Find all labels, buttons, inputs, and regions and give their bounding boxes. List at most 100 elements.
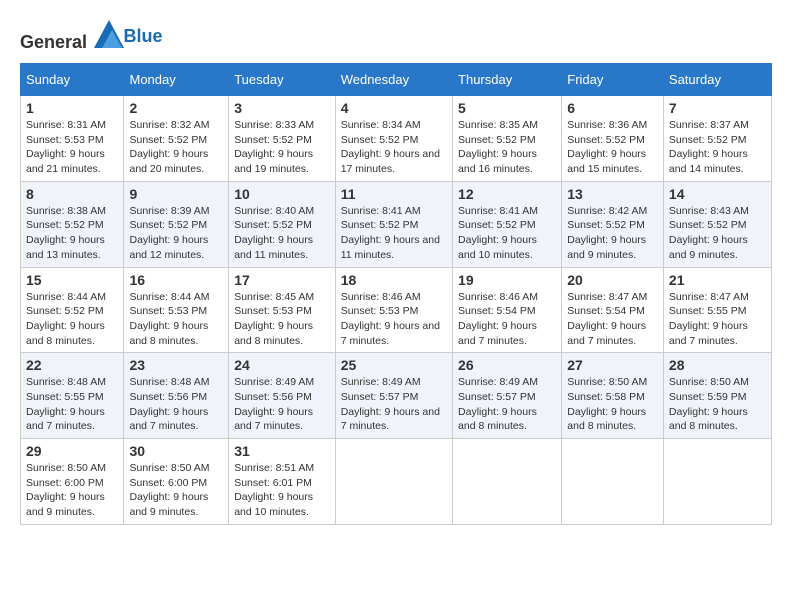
day-cell: 8 Sunrise: 8:38 AM Sunset: 5:52 PM Dayli… <box>21 181 124 267</box>
day-content: Sunrise: 8:43 AM Sunset: 5:52 PM Dayligh… <box>669 204 766 263</box>
day-content: Sunrise: 8:48 AM Sunset: 5:56 PM Dayligh… <box>129 375 223 434</box>
day-content: Sunrise: 8:49 AM Sunset: 5:57 PM Dayligh… <box>341 375 447 434</box>
day-content: Sunrise: 8:47 AM Sunset: 5:54 PM Dayligh… <box>567 290 658 349</box>
logo-text: General <box>20 20 124 53</box>
day-cell: 4 Sunrise: 8:34 AM Sunset: 5:52 PM Dayli… <box>335 96 452 182</box>
day-content: Sunrise: 8:37 AM Sunset: 5:52 PM Dayligh… <box>669 118 766 177</box>
day-cell: 14 Sunrise: 8:43 AM Sunset: 5:52 PM Dayl… <box>663 181 771 267</box>
day-number: 8 <box>26 186 118 202</box>
day-number: 24 <box>234 357 330 373</box>
day-cell <box>663 439 771 525</box>
day-content: Sunrise: 8:38 AM Sunset: 5:52 PM Dayligh… <box>26 204 118 263</box>
day-number: 29 <box>26 443 118 459</box>
day-content: Sunrise: 8:45 AM Sunset: 5:53 PM Dayligh… <box>234 290 330 349</box>
header-row: SundayMondayTuesdayWednesdayThursdayFrid… <box>21 64 772 96</box>
day-cell <box>335 439 452 525</box>
day-number: 28 <box>669 357 766 373</box>
day-content: Sunrise: 8:50 AM Sunset: 6:00 PM Dayligh… <box>129 461 223 520</box>
day-cell: 21 Sunrise: 8:47 AM Sunset: 5:55 PM Dayl… <box>663 267 771 353</box>
day-number: 16 <box>129 272 223 288</box>
day-number: 9 <box>129 186 223 202</box>
day-cell: 24 Sunrise: 8:49 AM Sunset: 5:56 PM Dayl… <box>229 353 336 439</box>
day-number: 5 <box>458 100 556 116</box>
day-content: Sunrise: 8:31 AM Sunset: 5:53 PM Dayligh… <box>26 118 118 177</box>
day-number: 7 <box>669 100 766 116</box>
week-row: 8 Sunrise: 8:38 AM Sunset: 5:52 PM Dayli… <box>21 181 772 267</box>
logo-icon <box>94 20 124 48</box>
day-cell: 29 Sunrise: 8:50 AM Sunset: 6:00 PM Dayl… <box>21 439 124 525</box>
day-number: 27 <box>567 357 658 373</box>
header-day: Friday <box>562 64 664 96</box>
day-number: 10 <box>234 186 330 202</box>
day-cell: 11 Sunrise: 8:41 AM Sunset: 5:52 PM Dayl… <box>335 181 452 267</box>
day-cell: 30 Sunrise: 8:50 AM Sunset: 6:00 PM Dayl… <box>124 439 229 525</box>
day-number: 12 <box>458 186 556 202</box>
day-content: Sunrise: 8:39 AM Sunset: 5:52 PM Dayligh… <box>129 204 223 263</box>
day-content: Sunrise: 8:47 AM Sunset: 5:55 PM Dayligh… <box>669 290 766 349</box>
day-number: 14 <box>669 186 766 202</box>
day-content: Sunrise: 8:44 AM Sunset: 5:52 PM Dayligh… <box>26 290 118 349</box>
day-cell: 15 Sunrise: 8:44 AM Sunset: 5:52 PM Dayl… <box>21 267 124 353</box>
day-cell <box>562 439 664 525</box>
day-content: Sunrise: 8:46 AM Sunset: 5:53 PM Dayligh… <box>341 290 447 349</box>
header-day: Sunday <box>21 64 124 96</box>
header-day: Wednesday <box>335 64 452 96</box>
day-cell: 7 Sunrise: 8:37 AM Sunset: 5:52 PM Dayli… <box>663 96 771 182</box>
day-cell: 28 Sunrise: 8:50 AM Sunset: 5:59 PM Dayl… <box>663 353 771 439</box>
logo: General Blue <box>20 20 163 53</box>
day-content: Sunrise: 8:50 AM Sunset: 6:00 PM Dayligh… <box>26 461 118 520</box>
day-content: Sunrise: 8:33 AM Sunset: 5:52 PM Dayligh… <box>234 118 330 177</box>
day-number: 26 <box>458 357 556 373</box>
day-cell: 16 Sunrise: 8:44 AM Sunset: 5:53 PM Dayl… <box>124 267 229 353</box>
day-cell: 20 Sunrise: 8:47 AM Sunset: 5:54 PM Dayl… <box>562 267 664 353</box>
day-content: Sunrise: 8:34 AM Sunset: 5:52 PM Dayligh… <box>341 118 447 177</box>
day-cell: 25 Sunrise: 8:49 AM Sunset: 5:57 PM Dayl… <box>335 353 452 439</box>
header: General Blue <box>20 20 772 53</box>
day-number: 1 <box>26 100 118 116</box>
day-number: 3 <box>234 100 330 116</box>
day-content: Sunrise: 8:36 AM Sunset: 5:52 PM Dayligh… <box>567 118 658 177</box>
day-cell: 12 Sunrise: 8:41 AM Sunset: 5:52 PM Dayl… <box>453 181 562 267</box>
day-cell: 9 Sunrise: 8:39 AM Sunset: 5:52 PM Dayli… <box>124 181 229 267</box>
day-content: Sunrise: 8:49 AM Sunset: 5:56 PM Dayligh… <box>234 375 330 434</box>
day-cell: 23 Sunrise: 8:48 AM Sunset: 5:56 PM Dayl… <box>124 353 229 439</box>
day-content: Sunrise: 8:49 AM Sunset: 5:57 PM Dayligh… <box>458 375 556 434</box>
day-content: Sunrise: 8:51 AM Sunset: 6:01 PM Dayligh… <box>234 461 330 520</box>
day-cell: 10 Sunrise: 8:40 AM Sunset: 5:52 PM Dayl… <box>229 181 336 267</box>
day-number: 15 <box>26 272 118 288</box>
day-content: Sunrise: 8:35 AM Sunset: 5:52 PM Dayligh… <box>458 118 556 177</box>
day-number: 11 <box>341 186 447 202</box>
logo-general: General <box>20 32 87 52</box>
day-cell: 5 Sunrise: 8:35 AM Sunset: 5:52 PM Dayli… <box>453 96 562 182</box>
day-content: Sunrise: 8:44 AM Sunset: 5:53 PM Dayligh… <box>129 290 223 349</box>
day-number: 31 <box>234 443 330 459</box>
day-number: 30 <box>129 443 223 459</box>
logo-blue: Blue <box>124 26 163 46</box>
day-cell: 26 Sunrise: 8:49 AM Sunset: 5:57 PM Dayl… <box>453 353 562 439</box>
day-content: Sunrise: 8:32 AM Sunset: 5:52 PM Dayligh… <box>129 118 223 177</box>
day-content: Sunrise: 8:40 AM Sunset: 5:52 PM Dayligh… <box>234 204 330 263</box>
header-day: Thursday <box>453 64 562 96</box>
day-content: Sunrise: 8:41 AM Sunset: 5:52 PM Dayligh… <box>341 204 447 263</box>
day-number: 23 <box>129 357 223 373</box>
day-cell: 27 Sunrise: 8:50 AM Sunset: 5:58 PM Dayl… <box>562 353 664 439</box>
week-row: 29 Sunrise: 8:50 AM Sunset: 6:00 PM Dayl… <box>21 439 772 525</box>
day-cell: 22 Sunrise: 8:48 AM Sunset: 5:55 PM Dayl… <box>21 353 124 439</box>
day-number: 4 <box>341 100 447 116</box>
week-row: 15 Sunrise: 8:44 AM Sunset: 5:52 PM Dayl… <box>21 267 772 353</box>
day-number: 17 <box>234 272 330 288</box>
day-cell: 1 Sunrise: 8:31 AM Sunset: 5:53 PM Dayli… <box>21 96 124 182</box>
day-cell: 17 Sunrise: 8:45 AM Sunset: 5:53 PM Dayl… <box>229 267 336 353</box>
day-cell <box>453 439 562 525</box>
day-number: 2 <box>129 100 223 116</box>
day-cell: 13 Sunrise: 8:42 AM Sunset: 5:52 PM Dayl… <box>562 181 664 267</box>
day-cell: 31 Sunrise: 8:51 AM Sunset: 6:01 PM Dayl… <box>229 439 336 525</box>
week-row: 1 Sunrise: 8:31 AM Sunset: 5:53 PM Dayli… <box>21 96 772 182</box>
header-day: Monday <box>124 64 229 96</box>
day-number: 20 <box>567 272 658 288</box>
day-content: Sunrise: 8:41 AM Sunset: 5:52 PM Dayligh… <box>458 204 556 263</box>
day-number: 19 <box>458 272 556 288</box>
day-content: Sunrise: 8:46 AM Sunset: 5:54 PM Dayligh… <box>458 290 556 349</box>
day-number: 18 <box>341 272 447 288</box>
day-cell: 3 Sunrise: 8:33 AM Sunset: 5:52 PM Dayli… <box>229 96 336 182</box>
